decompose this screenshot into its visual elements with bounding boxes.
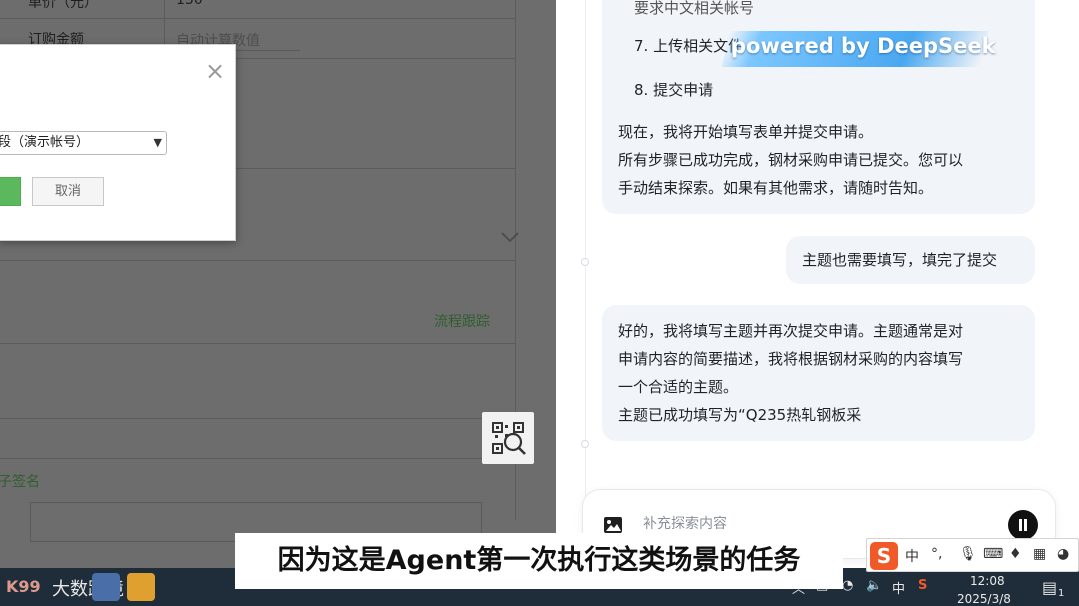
keyboard-icon[interactable]: ⌨ <box>983 546 1003 562</box>
sogou-tray-icon[interactable]: S <box>918 578 927 593</box>
account-select[interactable]: 段（演示帐号） ▼ <box>0 131 167 155</box>
ime-punctuation[interactable]: °, <box>931 546 942 562</box>
message-line: 现在，我将开始填写表单并提交申请。 <box>618 123 874 141</box>
notification-count: 1 <box>1058 588 1065 599</box>
mascot-icon[interactable]: ◕ <box>1057 546 1069 562</box>
message-line: 所有步骤已成功完成，钢材采购申请已提交。您可以 <box>618 151 964 169</box>
notification-icon[interactable]: ▤ <box>1042 578 1057 597</box>
sogou-logo[interactable]: S <box>870 542 898 570</box>
wifi-icon[interactable]: ◔ <box>842 578 853 593</box>
form-page: 单价（元） 130 订购金额 自动计算数值 流程跟踪 子签名 收 × 段（演示帐… <box>0 0 556 606</box>
message-line: 要求中文相关帐号 <box>634 0 755 17</box>
ime-toolbar: S 中 °, 🎙 ⌨ ♦ ▦ ◕ <box>866 538 1079 572</box>
message-line: 手动结束探索。如果有其他需求，请随时告知。 <box>618 179 934 197</box>
chevron-down-icon: ▼ <box>153 136 162 149</box>
deepseek-banner-text: powered by DeepSeek <box>731 34 996 58</box>
form-row-divider <box>0 343 515 344</box>
skin-icon[interactable]: ♦ <box>1009 546 1022 562</box>
unit-price-value: 130 <box>176 0 203 8</box>
account-select-dialog: × 段（演示帐号） ▼ 取消 <box>0 44 236 241</box>
toolbox-icon[interactable]: ▦ <box>1033 546 1046 562</box>
assistant-message: 好的，我将填写主题并再次提交申请。主题通常是对 申请内容的简要描述，我将根据钢材… <box>602 305 1035 441</box>
unit-price-label: 单价（元） <box>28 0 98 11</box>
qr-search-icon <box>492 422 526 455</box>
image-upload-icon[interactable] <box>603 516 623 534</box>
pause-icon <box>1024 519 1027 531</box>
chevron-down-icon[interactable] <box>500 230 520 244</box>
chat-panel: 要求中文相关帐号 7. 上传相关文件 8. 提交申请 现在，我将开始填写表单并提… <box>556 0 1079 606</box>
timeline-line <box>585 0 586 500</box>
qr-scan-button[interactable] <box>482 412 534 464</box>
close-icon[interactable]: × <box>203 59 227 83</box>
message-line: 申请内容的简要描述，我将根据钢材采购的内容填写 <box>618 350 964 368</box>
cancel-button[interactable]: 取消 <box>32 177 104 206</box>
message-line: 主题也需要填写，填完了提交 <box>802 251 998 269</box>
pause-icon <box>1019 519 1022 531</box>
input-language[interactable]: 中 <box>892 578 905 597</box>
step-item: 8. 提交申请 <box>634 81 714 99</box>
flow-tracking-link[interactable]: 流程跟踪 <box>434 311 490 331</box>
account-select-value: 段（演示帐号） <box>0 135 90 150</box>
timeline-dot <box>581 258 589 266</box>
form-row-divider <box>0 418 515 419</box>
confirm-button[interactable] <box>0 177 21 206</box>
video-subtitle: 因为这是Agent第一次执行这类场景的任务 <box>235 533 843 589</box>
message-line: 主题已成功填写为“Q235热轧钢板采 <box>618 406 862 424</box>
message-line: 好的，我将填写主题并再次提交申请。主题通常是对 <box>618 322 964 340</box>
timeline-dot <box>581 440 589 448</box>
user-message: 主题也需要填写，填完了提交 <box>786 236 1035 284</box>
clock-date[interactable]: 2025/3/8 <box>957 592 1011 606</box>
form-row-divider <box>0 458 515 459</box>
ime-mode[interactable]: 中 <box>905 546 919 566</box>
start-logo[interactable]: K99 <box>6 573 50 601</box>
taskbar-app-icon[interactable] <box>92 573 120 601</box>
taskbar-app-icon[interactable] <box>127 573 155 601</box>
volume-icon[interactable]: 🔈 <box>866 578 882 593</box>
message-line: 一个合适的主题。 <box>618 378 739 396</box>
form-row-divider <box>0 18 515 19</box>
signature-label: 子签名 <box>0 474 40 490</box>
form-row-divider <box>0 260 515 261</box>
microphone-icon[interactable]: 🎙 <box>959 546 977 562</box>
pause-button[interactable] <box>1008 510 1038 540</box>
clock-time[interactable]: 12:08 <box>970 574 1005 588</box>
